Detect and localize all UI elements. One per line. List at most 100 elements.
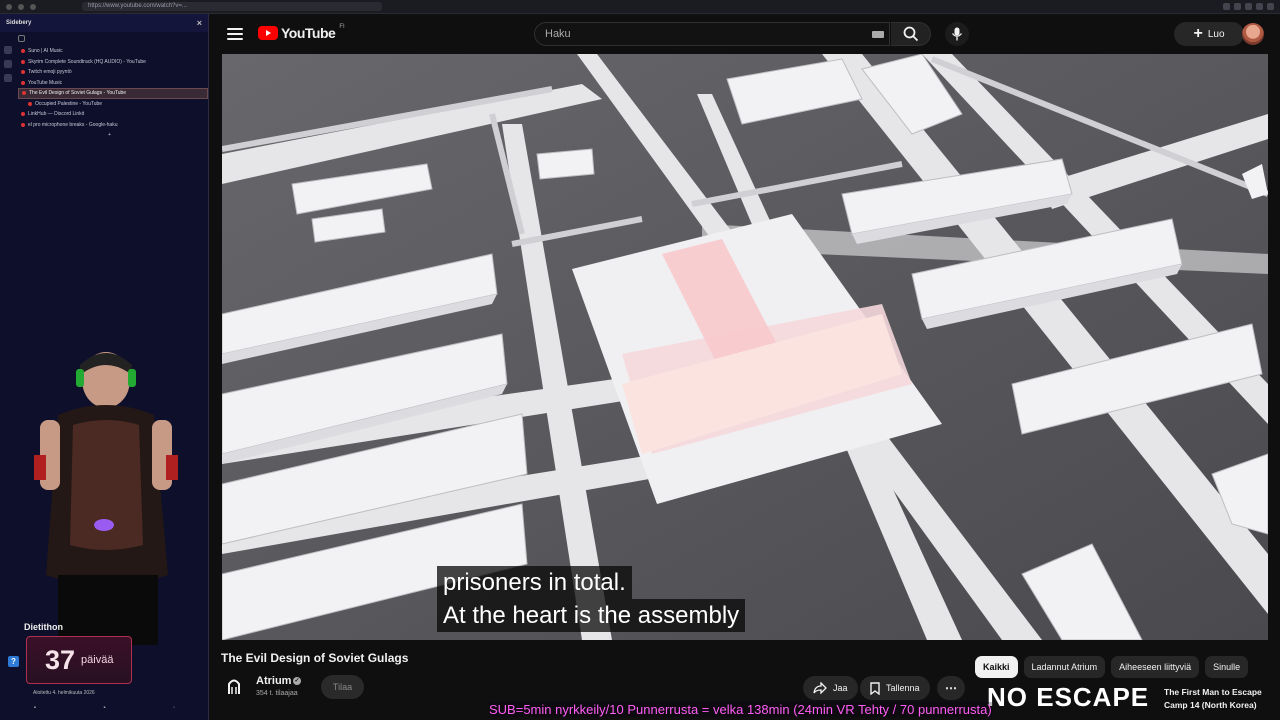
more-actions-button[interactable]: ⋯ — [937, 676, 965, 700]
sidebery-tab[interactable]: Twitch emoji pyyntö — [18, 67, 208, 78]
save-button[interactable]: Tallenna — [860, 676, 930, 700]
share-icon — [813, 682, 827, 694]
browser-extension-icons — [1223, 3, 1274, 10]
avatar[interactable] — [1242, 23, 1264, 45]
address-bar[interactable]: https://www.youtube.com/watch?v=... — [82, 2, 382, 11]
subtitles: prisoners in total. At the heart is the … — [437, 566, 746, 632]
add-tab-button[interactable]: + — [18, 130, 208, 141]
favicon-icon — [21, 80, 25, 85]
favicon-icon — [28, 101, 32, 106]
filter-chip[interactable]: Ladannut Atrium — [1023, 656, 1106, 678]
sidebery-header: Sidebery × — [0, 14, 208, 32]
share-label: Jaa — [833, 683, 848, 693]
voice-search-button[interactable] — [945, 22, 969, 46]
extension-icon[interactable] — [1234, 3, 1241, 10]
save-label: Tallenna — [886, 683, 920, 693]
video-player[interactable]: prisoners in total. At the heart is the … — [222, 54, 1268, 640]
panel-icon[interactable] — [4, 60, 12, 68]
panel-icon[interactable] — [4, 74, 12, 82]
settings-icon[interactable] — [18, 34, 25, 42]
help-icon[interactable]: ? — [8, 656, 19, 667]
sidebery-tab-label: YouTube Music — [28, 79, 63, 86]
sidebery-tab-label: Skyrim Complete Soundtrack (HQ AUDIO) - … — [28, 58, 146, 65]
filter-chip[interactable]: Aiheeseen liittyviä — [1111, 656, 1200, 678]
create-button[interactable]: + Luo — [1174, 22, 1244, 46]
sidebery-tab-label: LinkHub — Discord Linkit — [28, 111, 85, 117]
video-title: The Evil Design of Soviet Gulags — [221, 651, 409, 665]
new-tab-icon[interactable]: ▪ — [103, 705, 105, 711]
favicon-icon — [21, 59, 25, 64]
subscribe-button[interactable]: Tilaa — [321, 675, 364, 699]
stream-ticker: SUB=5min nyrkkeily/10 Punnerrusta = velk… — [489, 702, 992, 717]
plus-icon: + — [1193, 25, 1203, 42]
streak-number: 37 — [45, 644, 76, 675]
verified-icon: ✓ — [293, 677, 301, 685]
trash-icon[interactable]: ▪ — [34, 705, 36, 711]
search-input[interactable] — [534, 22, 890, 46]
close-icon[interactable]: × — [197, 18, 202, 28]
reload-icon[interactable] — [30, 3, 36, 10]
sidebery-tab[interactable]: Occupied Palestine - YouTube — [18, 99, 208, 110]
favicon-icon — [21, 112, 25, 117]
panel-icon[interactable] — [4, 46, 12, 54]
search-icon — [903, 26, 918, 42]
sidebery-tab-label: The Evil Design of Soviet Gulags - YouTu… — [29, 90, 127, 96]
streak-counter: 37 päivää — [26, 636, 132, 684]
sidebery-tab[interactable]: Skyrim Complete Soundtrack (HQ AUDIO) - … — [18, 57, 208, 68]
extension-icon[interactable] — [1256, 3, 1263, 10]
thumbnail-text: NO ESCAPE — [987, 683, 1150, 712]
keyboard-icon[interactable] — [872, 31, 884, 38]
youtube-logo-text: YouTube — [281, 25, 336, 41]
sidebery-tab-label: Occupied Palestine - YouTube — [35, 100, 103, 107]
channel-name[interactable]: Atrium — [256, 675, 291, 687]
sidebery-tab[interactable]: YouTube Music — [18, 78, 208, 89]
sidebery-tab[interactable]: el pro microphone breaks - Google-haku — [18, 120, 208, 131]
hamburger-line — [227, 28, 243, 31]
extension-icon[interactable] — [1245, 3, 1252, 10]
browser-toolbar: https://www.youtube.com/watch?v=... — [0, 0, 1280, 14]
channel-logo-icon[interactable] — [227, 677, 241, 695]
forward-icon[interactable] — [18, 3, 24, 10]
back-icon[interactable] — [6, 3, 12, 10]
subtitle-line: At the heart is the assembly — [437, 599, 746, 632]
sidebery-title: Sidebery — [6, 20, 32, 26]
filter-chip[interactable]: Kaikki — [975, 656, 1018, 678]
video-frame — [222, 54, 1268, 640]
sidebery-toolbar — [0, 32, 208, 44]
country-code: FI — [339, 24, 345, 30]
create-label: Luo — [1207, 28, 1225, 40]
favicon-icon — [21, 122, 25, 127]
related-filter-chips: Kaikki Ladannut Atrium Aiheeseen liittyviä… — [975, 656, 1249, 678]
recommendation-title[interactable]: The First Man to Escape Camp 14 (North K… — [1164, 686, 1276, 712]
hamburger-line — [227, 32, 243, 35]
youtube-logo[interactable]: YouTube FI — [258, 24, 345, 41]
streak-unit: päivää — [81, 654, 114, 666]
favicon-icon — [21, 49, 25, 54]
sidebery-tab-label: el pro microphone breaks - Google-haku — [28, 121, 118, 128]
recommendation-thumbnail[interactable]: NO ESCAPE — [985, 683, 1155, 720]
subtitle-line: prisoners in total. — [437, 566, 632, 599]
streak-label: Dietithon — [24, 622, 63, 632]
filter-chip[interactable]: Sinulle — [1205, 656, 1249, 678]
sidebery-tab[interactable]: The Evil Design of Soviet Gulags - YouTu… — [18, 88, 208, 99]
extension-icon[interactable] — [1223, 3, 1230, 10]
microphone-icon — [951, 27, 963, 41]
search-button[interactable] — [891, 22, 931, 46]
sidebery-tab[interactable]: LinkHub — Discord Linkit — [18, 109, 208, 120]
sidebery-tab-label: Twitch emoji pyyntö — [28, 69, 72, 75]
youtube-header: YouTube FI + Luo — [210, 14, 1280, 54]
extension-icon[interactable] — [1267, 3, 1274, 10]
menu-button[interactable] — [226, 25, 244, 43]
sidebery-bottom-bar: ▪ ▪ ◦ — [0, 703, 209, 713]
favicon-icon — [22, 91, 26, 96]
share-button[interactable]: Jaa — [803, 676, 858, 700]
settings-icon[interactable]: ◦ — [173, 705, 175, 711]
youtube-play-icon — [258, 26, 278, 40]
subscriber-count: 354 t. tilaajaa — [256, 690, 298, 697]
sidebery-tab-label: Suno | AI Music — [28, 48, 63, 54]
streak-start-date: Aloitettu 4. helmikuuta 2026 — [33, 690, 95, 696]
bookmark-icon — [870, 681, 880, 695]
favicon-icon — [21, 70, 25, 75]
sidebery-tab-list: Suno | AI Music Skyrim Complete Soundtrac… — [0, 44, 208, 141]
sidebery-tab[interactable]: Suno | AI Music — [18, 46, 208, 57]
